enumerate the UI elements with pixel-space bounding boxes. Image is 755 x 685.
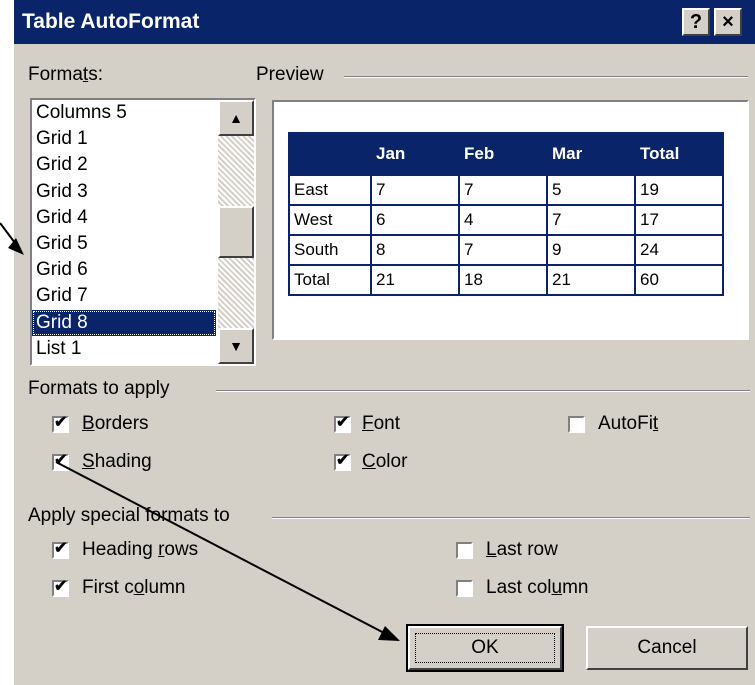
arrowhead-ok-icon [378, 626, 400, 641]
arrow-line-to-ok [55, 461, 387, 635]
annotation-arrows [0, 222, 400, 641]
arrowhead-list-icon [8, 238, 24, 255]
